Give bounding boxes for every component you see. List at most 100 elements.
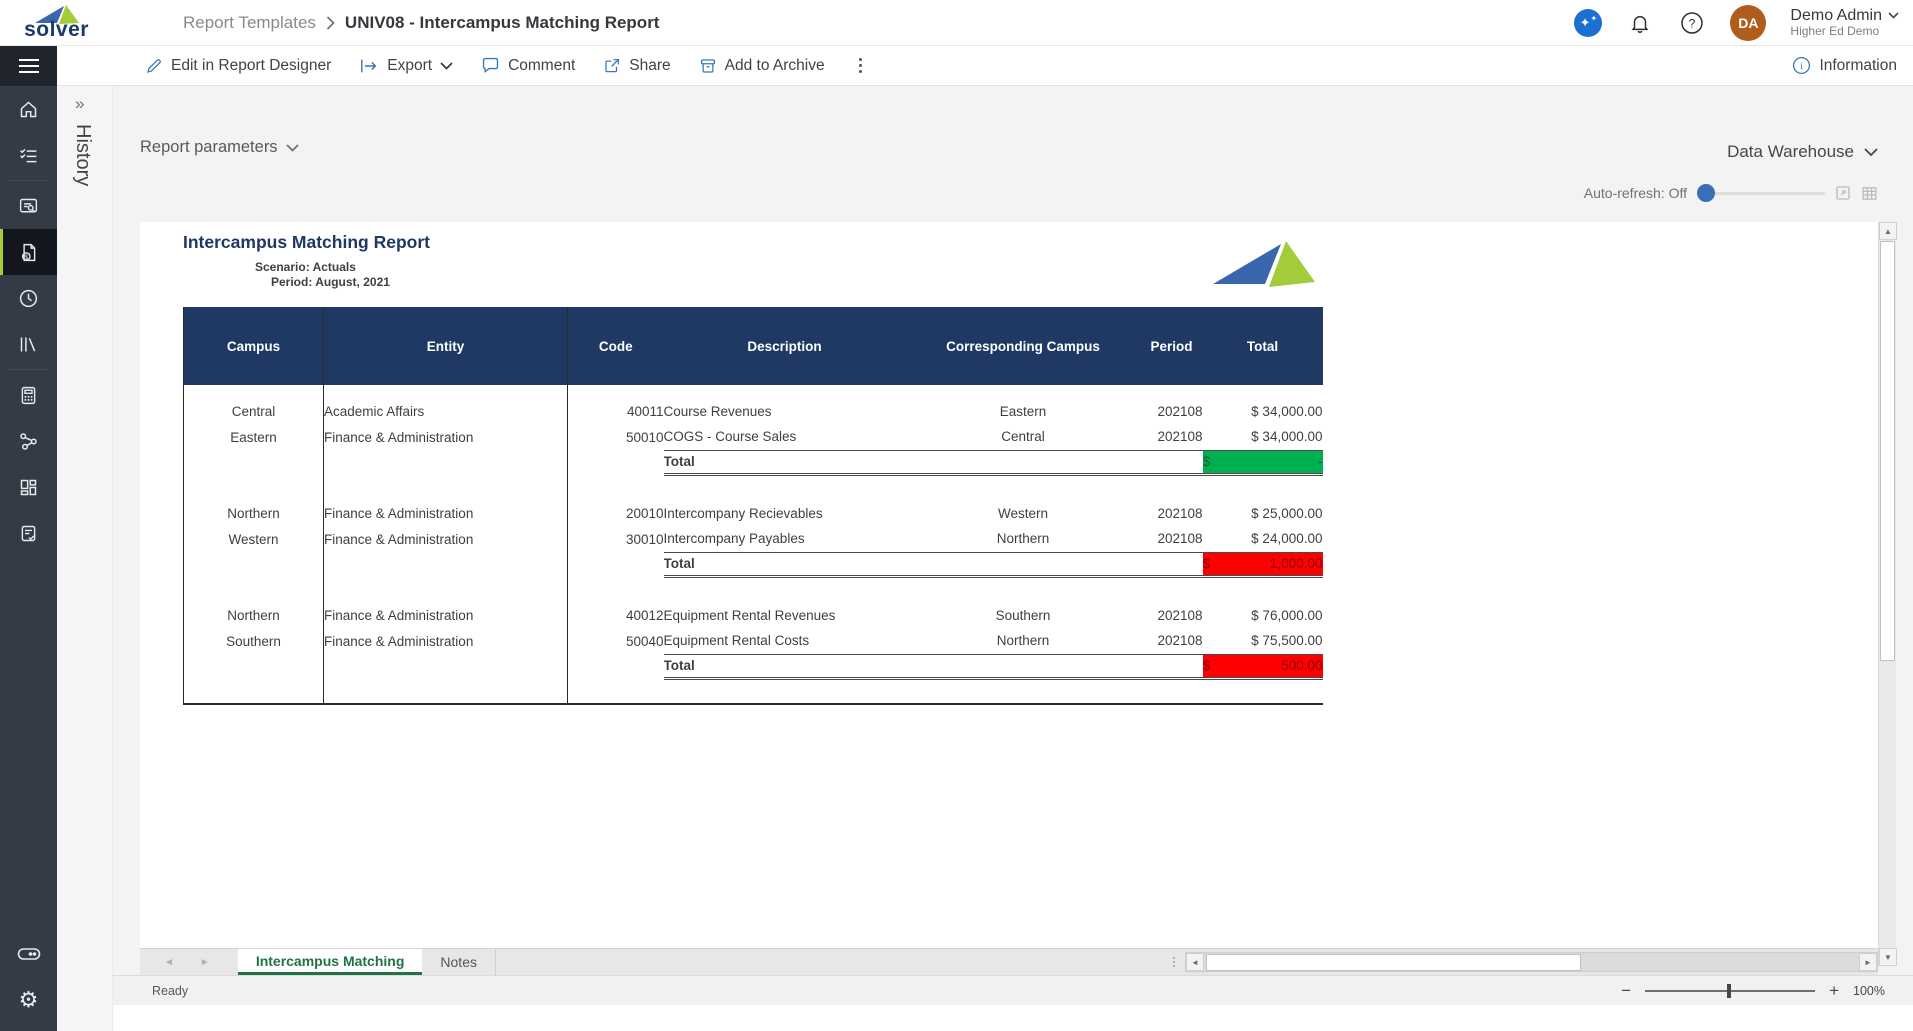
share-icon: [603, 57, 621, 75]
status-bar: Ready − + 100%: [113, 975, 1913, 1005]
report-scenario: Scenario: Actuals: [255, 260, 356, 274]
clipboard-check-icon: [18, 523, 39, 544]
history-expand-chevrons[interactable]: »: [75, 94, 84, 114]
report-parameters-toggle[interactable]: Report parameters: [140, 138, 299, 157]
user-menu-chevron-icon: [1888, 12, 1899, 20]
toolbar-more-button[interactable]: [853, 54, 868, 77]
avatar[interactable]: DA: [1730, 4, 1767, 41]
tabstrip-resize-handle[interactable]: [1163, 949, 1185, 975]
scroll-up-button[interactable]: ▲: [1879, 222, 1897, 240]
menu-toggle-button[interactable]: [0, 46, 57, 86]
sidebar-item-library[interactable]: [0, 321, 57, 367]
history-panel: » History: [57, 86, 113, 1031]
col-code: Code: [567, 307, 664, 385]
edit-in-report-designer-button[interactable]: Edit in Report Designer: [145, 57, 331, 75]
sidebar-bottom: ⚙: [0, 931, 57, 1023]
sidebar-item-dashboards[interactable]: [0, 464, 57, 510]
report-dollar-icon: $: [18, 242, 39, 263]
sidebar-item-reports-active[interactable]: $: [0, 229, 57, 275]
sidebar-separator: [8, 180, 49, 181]
solver-logo-text: solver: [24, 18, 89, 41]
share-nodes-icon: [18, 431, 39, 452]
auto-refresh-slider[interactable]: [1697, 184, 1825, 202]
help-icon[interactable]: ?: [1678, 9, 1706, 37]
toggle-pill-icon: [17, 947, 41, 961]
app-window: solver Report Templates UNIV08 - Interca…: [0, 0, 1913, 1031]
sidebar-item-approvals[interactable]: [0, 510, 57, 556]
home-icon: [18, 99, 39, 120]
report-company-logo: [1207, 236, 1319, 291]
svg-text:?: ?: [1689, 16, 1696, 30]
share-button[interactable]: Share: [603, 57, 671, 75]
report-table: Campus Entity Code Description Correspon…: [183, 307, 1323, 705]
breadcrumb-chevron-icon: [326, 15, 335, 30]
svg-text:i: i: [1801, 62, 1804, 72]
tab-notes[interactable]: Notes: [422, 949, 496, 975]
sidebar-item-calculator[interactable]: [0, 372, 57, 418]
vertical-scrollbar[interactable]: ▲ ▼: [1878, 222, 1897, 966]
horizontal-scrollbar-thumb[interactable]: [1206, 954, 1581, 971]
zoom-slider[interactable]: [1645, 983, 1816, 998]
sheet-prev-button[interactable]: ◄: [164, 957, 174, 968]
history-panel-title: History: [72, 124, 94, 187]
comment-button[interactable]: Comment: [481, 57, 575, 75]
sidebar-item-shortcuts[interactable]: [0, 931, 57, 977]
popout-icon[interactable]: [1835, 185, 1851, 201]
sidebar-item-connections[interactable]: [0, 418, 57, 464]
table-bottom-row: [183, 678, 1323, 705]
col-entity: Entity: [323, 307, 568, 385]
scroll-right-button[interactable]: ►: [1859, 953, 1877, 971]
user-menu[interactable]: Demo Admin Higher Ed Demo: [1790, 7, 1899, 38]
add-to-archive-button[interactable]: Add to Archive: [699, 57, 825, 75]
information-button[interactable]: i Information: [1792, 56, 1913, 75]
scroll-down-button[interactable]: ▼: [1879, 948, 1897, 966]
table-row: Southern Finance & Administration 50040 …: [183, 628, 1323, 654]
vertical-scrollbar-thumb[interactable]: [1880, 241, 1895, 661]
data-warehouse-dropdown[interactable]: Data Warehouse: [1727, 142, 1878, 162]
sheet-next-button[interactable]: ►: [200, 957, 210, 968]
export-icon: [359, 58, 379, 74]
export-button[interactable]: Export: [359, 57, 453, 75]
zoom-in-button[interactable]: +: [1829, 982, 1839, 999]
table-header-row: Campus Entity Code Description Correspon…: [183, 307, 1323, 385]
comment-bubble-icon: [481, 57, 500, 74]
horizontal-scrollbar[interactable]: ◄ ►: [1185, 952, 1878, 972]
dashboard-grid-icon: [18, 477, 39, 498]
breadcrumb-report-templates[interactable]: Report Templates: [183, 13, 316, 33]
sidebar-item-history[interactable]: [0, 275, 57, 321]
clock-icon: [18, 288, 39, 309]
sidebar-item-tasks[interactable]: [0, 132, 57, 178]
sidebar-separator: [8, 369, 49, 370]
sidebar-item-settings[interactable]: ⚙: [0, 977, 57, 1023]
report-period: Period: August, 2021: [271, 275, 390, 289]
zoom-slider-thumb[interactable]: [1727, 983, 1732, 998]
auto-refresh-control: Auto-refresh: Off: [1584, 184, 1878, 202]
report-content-area: Report parameters Data Warehouse Auto-re…: [113, 86, 1913, 1031]
report-panel: Intercampus Matching Report Scenario: Ac…: [140, 222, 1878, 948]
auto-refresh-slider-track: [1697, 192, 1825, 195]
tab-intercampus-matching[interactable]: Intercampus Matching: [237, 949, 423, 975]
checklist-icon: [18, 145, 39, 166]
notifications-bell-icon[interactable]: [1626, 9, 1654, 37]
spacer-row: [183, 385, 1323, 398]
total-status-cell: $ 500.00: [1202, 653, 1323, 680]
spacer-row: [183, 576, 1323, 602]
scroll-left-button[interactable]: ◄: [1186, 953, 1204, 971]
grid-view-icon[interactable]: [1861, 185, 1878, 202]
assistant-sparkle-icon[interactable]: ✦ ✦: [1574, 8, 1603, 37]
zoom-out-button[interactable]: −: [1621, 982, 1631, 999]
table-row: Northern Finance & Administration 20010 …: [183, 500, 1323, 526]
top-bar: solver Report Templates UNIV08 - Interca…: [0, 0, 1913, 46]
sidebar-item-report-preview[interactable]: [0, 183, 57, 229]
topbar-actions: ✦ ✦ ? DA Demo Admin Higher Ed Demo: [1574, 4, 1913, 41]
zoom-level: 100%: [1853, 983, 1885, 998]
auto-refresh-slider-knob[interactable]: [1697, 184, 1715, 202]
report-search-icon: [18, 196, 39, 217]
col-corresponding-campus: Corresponding Campus: [905, 307, 1141, 385]
bottom-fill: [113, 1005, 1913, 1031]
sidebar-item-home[interactable]: [0, 86, 57, 132]
user-org: Higher Ed Demo: [1790, 23, 1880, 38]
solver-logo[interactable]: solver: [0, 3, 113, 42]
hamburger-icon: [18, 58, 40, 74]
data-warehouse-chevron-icon: [1864, 147, 1878, 157]
